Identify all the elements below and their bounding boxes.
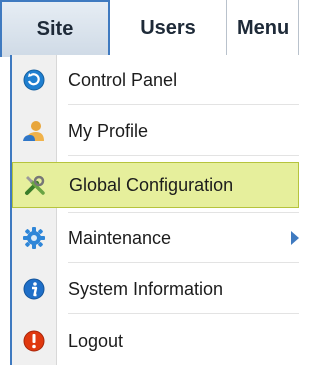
menu-item-my-profile-label: My Profile xyxy=(68,120,149,141)
menu-tab-site-label: Site xyxy=(36,18,74,40)
menu-separator xyxy=(68,313,299,314)
menu-item-logout-label: Logout xyxy=(68,330,124,351)
info-icon xyxy=(12,266,56,312)
menu-tab-menus-label: Menu xyxy=(237,16,290,39)
admin-menu-screen: Site Users Menu Control Panel My Profile… xyxy=(0,0,299,365)
menu-item-global-configuration[interactable]: Global Configuration xyxy=(12,162,299,208)
menu-item-my-profile[interactable]: My Profile xyxy=(12,108,299,154)
menu-tab-site[interactable]: Site xyxy=(0,0,110,57)
control-panel-icon xyxy=(12,57,56,103)
tools-icon xyxy=(13,162,57,208)
menu-item-maintenance[interactable]: Maintenance xyxy=(12,215,299,261)
menu-item-system-information[interactable]: System Information xyxy=(12,266,299,312)
menu-separator xyxy=(68,212,299,213)
menu-item-control-panel-label: Control Panel xyxy=(68,69,178,90)
gear-icon xyxy=(12,215,56,261)
menu-item-logout[interactable]: Logout xyxy=(12,318,299,364)
submenu-arrow-icon xyxy=(291,231,299,245)
menu-item-maintenance-label: Maintenance xyxy=(68,227,172,248)
menu-item-system-information-label: System Information xyxy=(68,278,224,299)
top-menu-bar: Site Users Menu xyxy=(0,0,299,57)
menu-separator xyxy=(68,155,299,156)
menu-tab-users[interactable]: Users xyxy=(110,0,227,57)
site-dropdown-menu: Control Panel My Profile Global Configur… xyxy=(10,55,299,365)
menu-separator xyxy=(68,262,299,263)
logout-icon xyxy=(12,318,56,364)
menu-item-control-panel[interactable]: Control Panel xyxy=(12,57,299,103)
menu-tab-users-label: Users xyxy=(140,16,196,39)
menu-separator xyxy=(68,104,299,105)
menu-item-global-configuration-label: Global Configuration xyxy=(69,174,234,195)
menu-tab-menus[interactable]: Menu xyxy=(227,0,299,57)
user-profile-icon xyxy=(12,108,56,154)
